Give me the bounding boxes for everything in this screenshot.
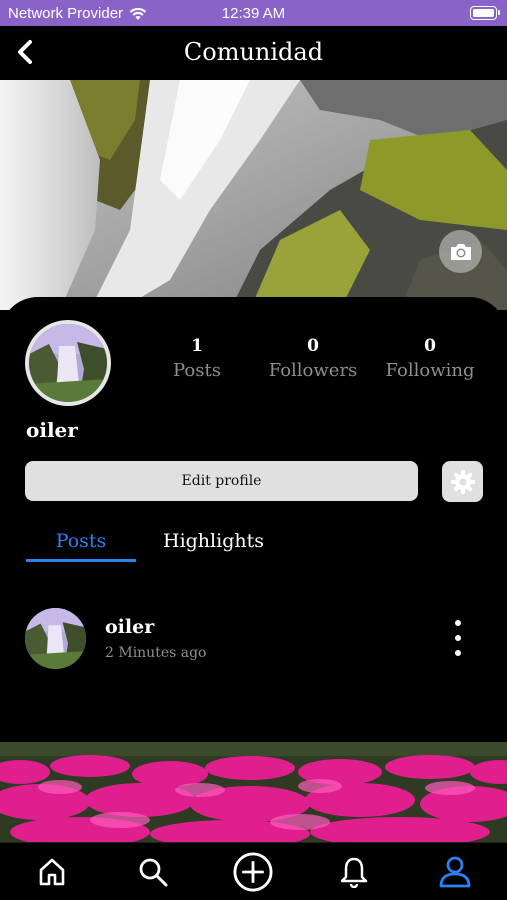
stat-posts[interactable]: 1 Posts <box>137 336 257 381</box>
nav-profile[interactable] <box>435 852 475 892</box>
stat-following-value: 0 <box>424 336 436 356</box>
status-time: 12:39 AM <box>221 5 286 22</box>
nav-notifications[interactable] <box>334 852 374 892</box>
stat-followers[interactable]: 0 Followers <box>253 336 373 381</box>
post-image[interactable] <box>0 742 507 842</box>
stat-posts-value: 1 <box>191 336 203 356</box>
bell-icon <box>340 857 368 888</box>
status-bar: Network Provider 12:39 AM <box>0 0 507 26</box>
more-vertical-icon <box>455 620 461 626</box>
change-cover-button[interactable] <box>439 230 482 273</box>
profile-avatar[interactable] <box>25 320 111 406</box>
nav-home[interactable] <box>32 852 72 892</box>
post-more-button[interactable] <box>448 620 468 656</box>
stat-following[interactable]: 0 Following <box>370 336 490 381</box>
nav-create[interactable] <box>233 852 273 892</box>
stat-posts-label: Posts <box>173 360 221 381</box>
tab-active-indicator <box>26 559 136 562</box>
home-icon <box>39 858 65 886</box>
bottom-nav <box>0 842 507 900</box>
add-circle-icon <box>233 852 273 892</box>
battery-icon <box>470 6 500 20</box>
settings-button[interactable] <box>442 461 483 502</box>
tab-posts[interactable]: Posts <box>26 530 136 552</box>
stat-followers-value: 0 <box>307 336 319 356</box>
camera-icon <box>450 243 471 260</box>
stat-following-label: Following <box>385 360 475 381</box>
app-header: Comunidad <box>0 26 507 80</box>
post-timestamp: 2 Minutes ago <box>105 645 207 661</box>
cover-image <box>0 80 507 310</box>
post-username[interactable]: oiler <box>105 616 154 638</box>
nav-search[interactable] <box>133 852 173 892</box>
tab-highlights[interactable]: Highlights <box>163 530 264 552</box>
search-icon <box>139 858 168 887</box>
post-avatar[interactable] <box>25 608 86 669</box>
profile-icon <box>439 856 471 888</box>
stat-followers-label: Followers <box>268 360 358 381</box>
page-title: Comunidad <box>183 38 324 66</box>
edit-profile-button[interactable]: Edit profile <box>25 461 418 501</box>
profile-username: oiler <box>26 418 78 442</box>
gear-icon <box>450 469 475 494</box>
